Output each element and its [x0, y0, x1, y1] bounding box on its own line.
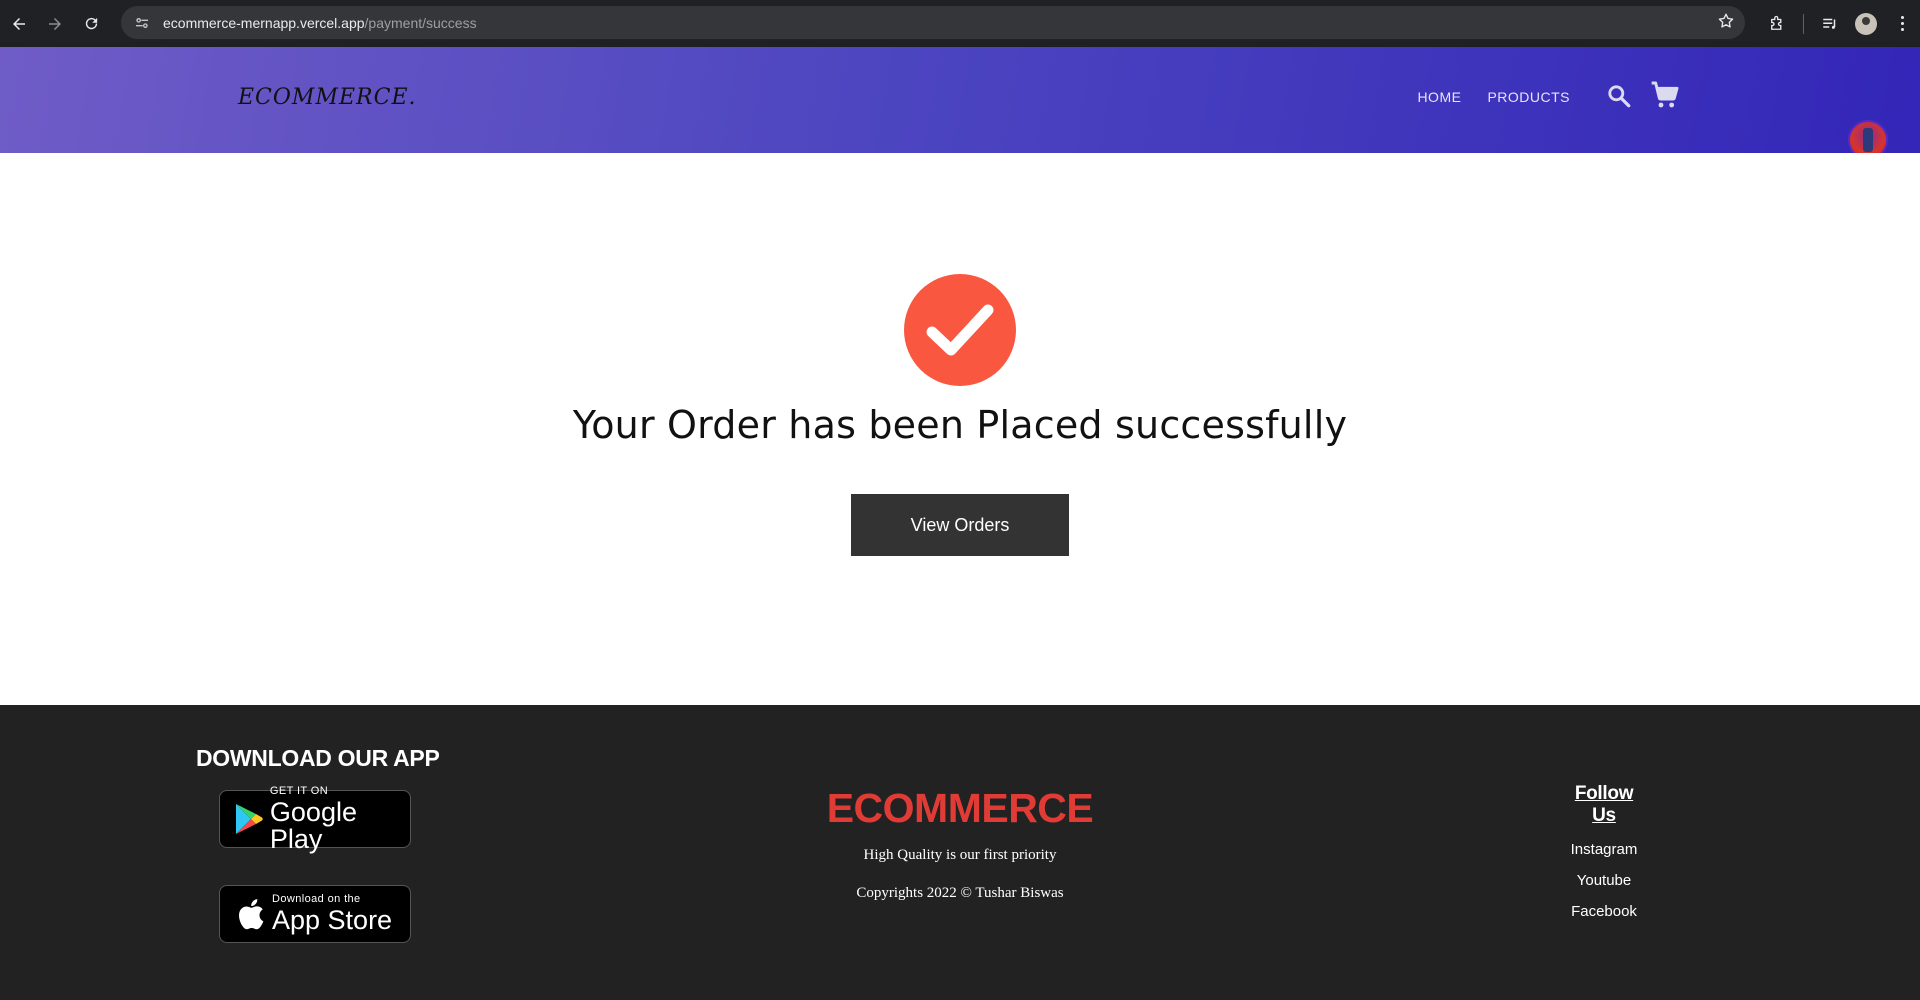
address-bar[interactable]: ecommerce-mernapp.vercel.app/payment/suc… [121, 6, 1745, 39]
payment-success-section: Your Order has been Placed successfully … [0, 153, 1920, 705]
main-nav: HOME PRODUCTS [1417, 89, 1570, 105]
site-info-icon[interactable] [127, 8, 157, 38]
success-check-icon [904, 274, 1016, 386]
profile-icon[interactable] [1848, 6, 1884, 42]
follow-us-title: Follow Us [1574, 783, 1634, 826]
media-icon[interactable] [1812, 6, 1848, 42]
extensions-icon[interactable] [1759, 6, 1795, 42]
view-orders-button[interactable]: View Orders [851, 494, 1069, 556]
site-logo[interactable]: ECOMMERCE. [238, 85, 417, 110]
back-icon[interactable] [2, 7, 36, 41]
follow-us-section: Follow Us Instagram Youtube Facebook [1564, 783, 1644, 920]
download-app-title: DOWNLOAD OUR APP [196, 745, 440, 771]
reload-icon[interactable] [74, 7, 108, 41]
url-text: ecommerce-mernapp.vercel.app/payment/suc… [163, 14, 477, 31]
search-icon[interactable] [1606, 83, 1632, 114]
browser-toolbar: ecommerce-mernapp.vercel.app/payment/suc… [0, 0, 1920, 47]
youtube-link[interactable]: Youtube [1564, 872, 1644, 889]
menu-icon[interactable] [1884, 6, 1920, 42]
nav-home-link[interactable]: HOME [1417, 89, 1461, 105]
bookmark-star-icon[interactable] [1717, 12, 1735, 35]
site-header: ECOMMERCE. HOME PRODUCTS [0, 47, 1920, 153]
success-message: Your Order has been Placed successfully [572, 403, 1348, 447]
nav-products-link[interactable]: PRODUCTS [1487, 89, 1570, 105]
instagram-link[interactable]: Instagram [1564, 841, 1644, 858]
site-footer: DOWNLOAD OUR APP GET IT ON Google Play D… [0, 705, 1920, 1000]
forward-icon[interactable] [38, 7, 72, 41]
facebook-link[interactable]: Facebook [1564, 903, 1644, 920]
app-store-big-text: App Store [272, 905, 393, 935]
toolbar-separator [1803, 13, 1804, 34]
cart-icon[interactable] [1648, 79, 1682, 116]
